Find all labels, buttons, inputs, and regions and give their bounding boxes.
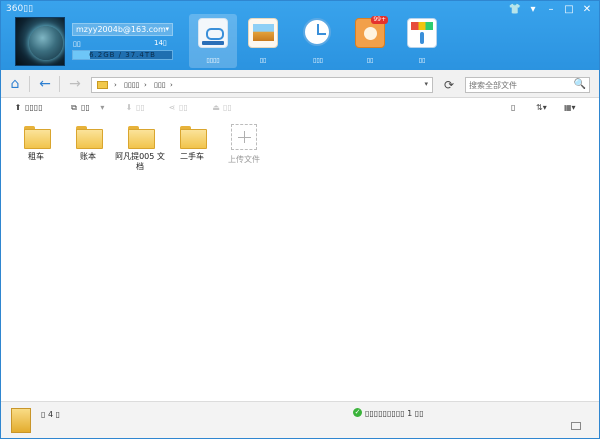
share-label: ▯▯ [179, 103, 188, 112]
new-folder-icon: ⧉ [71, 103, 77, 112]
search-icon[interactable]: 🔍 [574, 79, 586, 90]
folder-item[interactable]: 账本 [61, 126, 115, 162]
path-breadcrumb[interactable]: › ▯▯▯▯ › ▯▯▯ › ▾ [91, 77, 433, 93]
avatar[interactable] [15, 17, 65, 66]
storage-quota-bar: 6.2GB / 37.4TB [72, 50, 173, 60]
breadcrumb-item-root[interactable]: ▯▯▯▯ [124, 80, 139, 90]
folder-name: 阿凡提005 文档 [115, 152, 165, 171]
tab-label: ▯▯ [418, 57, 426, 64]
folder-icon [11, 408, 31, 433]
minimize-button[interactable]: – [543, 3, 559, 16]
plus-icon [231, 124, 257, 150]
folder-icon [127, 126, 155, 149]
preview-pane-button[interactable]: ▯ [511, 102, 515, 114]
storage-quota-text: 6.2GB / 37.4TB [89, 51, 156, 59]
folder-name: 租车 [28, 152, 44, 161]
share-icon: ⋖ [168, 103, 176, 112]
maximize-button[interactable]: □ [561, 3, 577, 16]
divider [29, 76, 30, 92]
folder-item[interactable]: 二手车 [165, 126, 219, 162]
menu-icon[interactable]: ▾ [525, 3, 541, 16]
folder-icon [23, 126, 51, 149]
home-icon[interactable]: ⌂ [7, 76, 23, 92]
layout-icon[interactable] [571, 422, 581, 430]
new-folder-button[interactable]: ⧉ ▯▯ ▾ [69, 102, 104, 114]
folder-name: 账本 [80, 152, 96, 161]
view-mode-button[interactable]: ▦▾ [564, 102, 576, 114]
status-message: ▯▯▯▯▯▯▯▯▯ 1 ▯▯ [365, 409, 424, 418]
file-grid: 租车 账本 阿凡提005 文档 二手车 上传文件 [1, 118, 599, 401]
search-box: 🔍 [465, 77, 590, 93]
account-selector[interactable]: mzyy2004b@163.com ▾ [72, 23, 173, 36]
upload-button[interactable]: ⬆ ▯▯▯▯ [13, 102, 43, 114]
tab-photos[interactable]: ▯▯ [239, 14, 287, 68]
header: 360▯▯ 👕 ▾ – □ ✕ mzyy2004b@163.com ▾ ▯▯ 1… [1, 1, 599, 70]
window-controls: 👕 ▾ – □ ✕ [507, 3, 595, 16]
skin-icon[interactable]: 👕 [507, 3, 523, 16]
tab-label: ▯▯▯▯ [206, 57, 220, 64]
upload-file-label: 上传文件 [228, 155, 260, 164]
check-icon: ✓ [353, 408, 362, 417]
account-email: mzyy2004b@163.com [76, 25, 166, 34]
forward-button[interactable]: → [67, 76, 83, 92]
toolbar: ⬆ ▯▯▯▯ ⧉ ▯▯ ▾ ⬇ ▯▯ ⋖ ▯▯ ⏏ ▯▯ ▯ ⇅▾ ▦▾ [1, 99, 599, 118]
avatar-image [29, 26, 63, 60]
tab-history[interactable]: ▯▯▯ [294, 14, 342, 68]
sort-button[interactable]: ⇅▾ [536, 102, 547, 114]
back-button[interactable]: ← [37, 76, 53, 92]
upload-label: ▯▯▯▯ [25, 103, 43, 112]
breadcrumb-separator: › [144, 81, 147, 89]
search-input[interactable] [466, 78, 566, 92]
cloud-disk-icon [198, 18, 228, 48]
toolbox-icon [407, 18, 437, 48]
status-bar: ▯ 4 ▯ ✓ ▯▯▯▯▯▯▯▯▯ 1 ▯▯ [1, 401, 599, 438]
tab-cloud-disk[interactable]: ▯▯▯▯ [189, 14, 237, 68]
upload-arrow-icon: ⬆ [14, 103, 22, 112]
download-button[interactable]: ⬇ ▯▯ [124, 102, 145, 114]
folder-item[interactable]: 阿凡提005 文档 [113, 126, 167, 172]
share-button[interactable]: ⋖ ▯▯ [167, 102, 188, 114]
count-label: 14▯ [154, 39, 167, 47]
folder-name: 二手车 [180, 152, 204, 161]
chevron-down-icon[interactable]: ▾ [424, 80, 428, 88]
download-label: ▯▯ [136, 103, 145, 112]
people-share-icon: 99+ [355, 16, 388, 48]
folder-item[interactable]: 租车 [9, 126, 63, 162]
more-button[interactable]: ⏏ ▯▯ [211, 102, 232, 114]
new-folder-label: ▯▯ [81, 103, 90, 112]
refresh-icon[interactable]: ⟳ [441, 77, 457, 93]
item-count: ▯ 4 ▯ [41, 410, 60, 419]
divider [59, 76, 60, 92]
close-button[interactable]: ✕ [579, 3, 595, 16]
chevron-down-icon: ▾ [100, 103, 105, 112]
upload-file-tile[interactable]: 上传文件 [217, 124, 271, 165]
folder-icon [97, 81, 108, 89]
tab-label: ▯▯ [366, 57, 374, 64]
app-title: 360▯▯ [6, 4, 34, 14]
tab-share[interactable]: 99+ ▯▯ [346, 14, 394, 68]
more-label: ▯▯ [223, 103, 232, 112]
tab-tools[interactable]: ▯▯ [398, 14, 446, 68]
breadcrumb-separator: › [114, 81, 117, 89]
tab-label: ▯▯▯ [313, 57, 323, 64]
notification-badge: 99+ [371, 16, 388, 24]
app-window: 360▯▯ 👕 ▾ – □ ✕ mzyy2004b@163.com ▾ ▯▯ 1… [0, 0, 600, 439]
vip-label: ▯▯ [73, 40, 81, 48]
address-bar: ⌂ ← → › ▯▯▯▯ › ▯▯▯ › ▾ ⟳ 🔍 [1, 70, 599, 98]
breadcrumb-item-current[interactable]: ▯▯▯ [154, 80, 166, 90]
history-clock-icon [303, 18, 331, 46]
more-icon: ⏏ [212, 103, 220, 112]
folder-icon [179, 126, 207, 149]
folder-icon [75, 126, 103, 149]
chevron-down-icon: ▾ [165, 25, 169, 33]
breadcrumb-separator: › [170, 81, 173, 89]
photo-album-icon [248, 18, 278, 48]
download-icon: ⬇ [125, 103, 133, 112]
tab-label: ▯▯ [259, 57, 267, 64]
